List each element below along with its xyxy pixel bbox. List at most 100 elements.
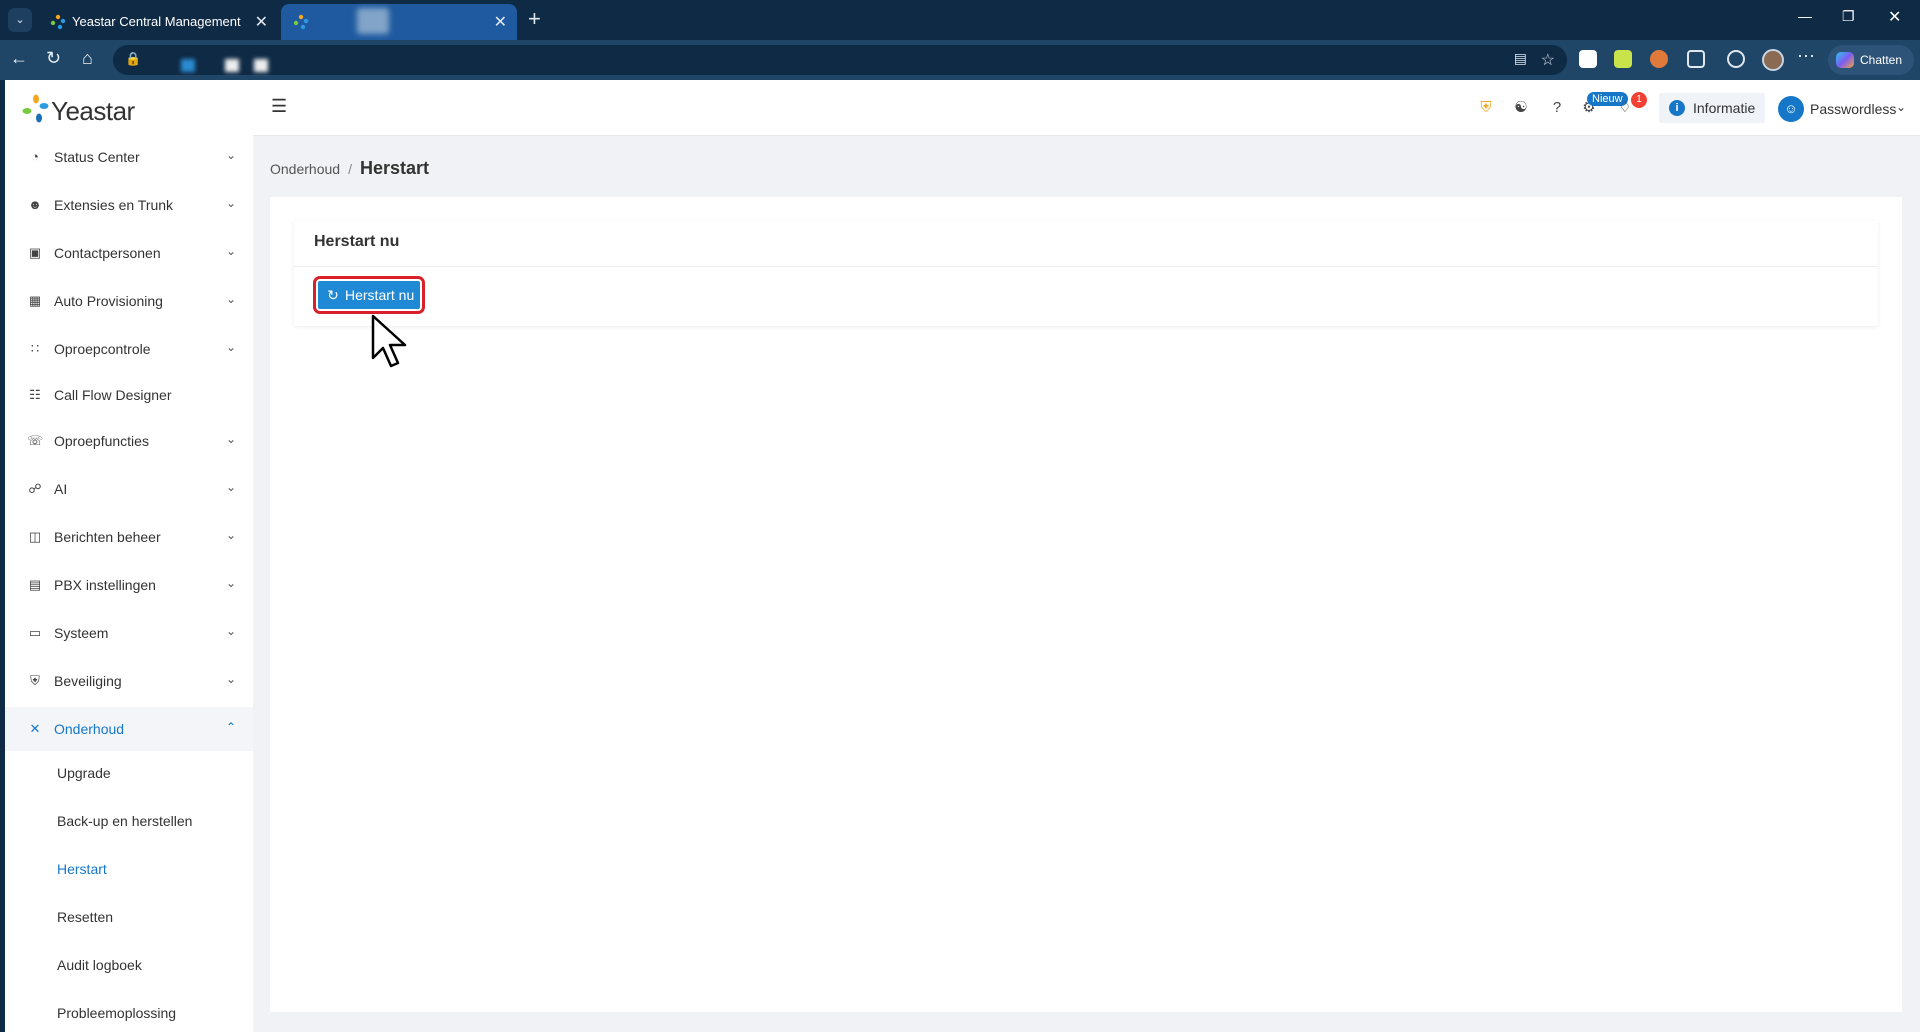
chevron-down-icon: ⌄ <box>226 196 237 210</box>
card-title: Herstart nu <box>314 233 400 250</box>
restart-button-label: Herstart nu <box>345 287 415 303</box>
extension-icon[interactable] <box>1650 50 1668 68</box>
information-label: Informatie <box>1693 100 1756 116</box>
security-badge-icon[interactable]: ⛨ <box>1477 99 1495 117</box>
sidebar-item-label: Systeem <box>54 625 109 641</box>
breadcrumb-separator: / <box>348 161 352 177</box>
user-avatar[interactable]: ☺ <box>1778 96 1804 122</box>
sidebar-item-label: Auto Provisioning <box>54 293 163 309</box>
more-options-icon[interactable]: ⋯ <box>1797 46 1815 67</box>
sidebar-item-oproepfuncties[interactable]: ☏ Oproepfuncties ⌄ <box>5 419 253 463</box>
restore-icon[interactable]: ❐ <box>1842 8 1855 25</box>
divider <box>294 266 1878 267</box>
sidebar-subitem-upgrade[interactable]: Upgrade <box>5 751 253 795</box>
copilot-chat-button[interactable]: Chatten <box>1828 45 1914 75</box>
sidebar-item-label: Oproepcontrole <box>54 341 151 357</box>
sidebar-item-onderhoud[interactable]: ✕ Onderhoud ⌃ <box>5 707 253 751</box>
breadcrumb-parent[interactable]: Onderhoud <box>270 161 340 177</box>
new-tab-icon[interactable]: + <box>528 8 541 30</box>
chevron-down-icon: ⌄ <box>226 576 237 590</box>
browser-tab[interactable]: Yeastar Central Management ✕ <box>38 4 278 40</box>
flow-icon: ☷ <box>29 387 41 402</box>
handshake-icon[interactable]: ☯ <box>1512 99 1530 117</box>
chevron-down-icon[interactable]: ⌄ <box>1896 100 1906 114</box>
sidebar-item-label: Contactpersonen <box>54 245 161 261</box>
mouse-cursor-icon <box>371 314 407 368</box>
restart-icon: ↻ <box>327 287 339 303</box>
close-tab-icon[interactable]: ✕ <box>494 12 507 32</box>
home-icon[interactable]: ⌂ <box>82 48 93 69</box>
profile-avatar[interactable] <box>1762 49 1784 71</box>
sidebar-subitem-label: Resetten <box>57 909 114 925</box>
main-content: Herstart nu ↻ Herstart nu <box>270 197 1902 1012</box>
sidebar: Yeastar ◔ Status Center ⌄ ☻ Extensies en… <box>5 80 253 1032</box>
reload-icon[interactable]: ↻ <box>46 48 61 69</box>
gauge-icon: ◔ <box>31 149 39 164</box>
redacted-url <box>254 59 268 72</box>
close-tab-icon[interactable]: ✕ <box>255 12 268 32</box>
sidebar-subitem-probleemoplossing[interactable]: Probleemoplossing <box>5 991 253 1032</box>
sidebar-item-label: Beveiliging <box>54 673 122 689</box>
chevron-down-icon: ⌄ <box>226 432 237 446</box>
chat-label: Chatten <box>1860 53 1903 67</box>
tools-icon: ✕ <box>29 721 41 736</box>
sidebar-subitem-audit-logboek[interactable]: Audit logboek <box>5 943 253 987</box>
sidebar-item-berichten-beheer[interactable]: ◫ Berichten beheer ⌄ <box>5 515 253 559</box>
sidebar-item-label: Call Flow Designer <box>54 387 172 403</box>
sidebar-subitem-label: Audit logboek <box>57 957 142 973</box>
page-title: Herstart <box>359 158 429 178</box>
users-icon: ☻ <box>28 197 42 212</box>
minimize-icon[interactable]: — <box>1798 8 1812 24</box>
sidebar-subitem-backup[interactable]: Back-up en herstellen <box>5 799 253 843</box>
help-icon[interactable]: ? <box>1548 99 1566 117</box>
sidebar-item-label: Berichten beheer <box>54 529 161 545</box>
logo-text: Yeastar <box>51 96 135 126</box>
sidebar-item-contactpersonen[interactable]: ▣ Contactpersonen ⌄ <box>5 231 253 275</box>
sidebar-subitem-resetten[interactable]: Resetten <box>5 895 253 939</box>
sidebar-subitem-label: Upgrade <box>57 765 111 781</box>
browser-tab-active[interactable]: ✕ <box>281 4 517 40</box>
sidebar-item-oproepcontrole[interactable]: ∷ Oproepcontrole ⌄ <box>5 327 253 371</box>
sidebar-item-beveiliging[interactable]: ⛨ Beveiliging ⌄ <box>5 659 253 703</box>
tab-title: Yeastar Central Management <box>72 14 241 29</box>
redacted-url <box>181 59 195 72</box>
chevron-down-icon: ⌄ <box>226 480 237 494</box>
sidebar-subitem-herstart[interactable]: Herstart <box>5 847 253 891</box>
user-name[interactable]: Passwordless <box>1810 101 1896 117</box>
back-icon[interactable]: ← <box>10 48 28 69</box>
sidebar-item-pbx-instellingen[interactable]: ▤ PBX instellingen ⌄ <box>5 563 253 607</box>
lock-icon: 🔒 <box>125 51 142 66</box>
yeastar-favicon-icon <box>50 14 66 30</box>
window-close-icon[interactable]: ✕ <box>1888 7 1901 27</box>
contacts-icon: ▣ <box>28 245 42 260</box>
sidebar-item-systeem[interactable]: ▭ Systeem ⌄ <box>5 611 253 655</box>
collapse-menu-icon[interactable]: ☰ <box>271 96 287 117</box>
media-icon[interactable] <box>1727 50 1745 68</box>
chevron-down-icon: ⌄ <box>226 148 237 162</box>
sidebar-item-label: AI <box>54 481 68 497</box>
sidebar-subitem-label: Back-up en herstellen <box>57 813 193 829</box>
address-bar[interactable]: 🔒 ▤ ☆ <box>113 45 1567 75</box>
favorite-star-icon[interactable]: ☆ <box>1541 50 1555 70</box>
sidebar-item-auto-provisioning[interactable]: ▦ Auto Provisioning ⌄ <box>5 279 253 323</box>
extension-icon[interactable] <box>1579 50 1597 68</box>
yeastar-favicon-icon <box>293 14 309 30</box>
chevron-down-icon: ⌄ <box>226 292 237 306</box>
notification-count-badge: 1 <box>1631 92 1647 108</box>
sidebar-item-extensies-en-trunk[interactable]: ☻ Extensies en Trunk ⌄ <box>5 183 253 227</box>
app-window: Yeastar ◔ Status Center ⌄ ☻ Extensies en… <box>5 80 1920 1032</box>
chevron-up-icon: ⌃ <box>226 720 237 734</box>
extensions-puzzle-icon[interactable] <box>1687 50 1705 68</box>
sidebar-item-ai[interactable]: ☍ AI ⌄ <box>5 467 253 511</box>
sidebar-item-call-flow-designer[interactable]: ☷ Call Flow Designer <box>5 373 253 417</box>
information-button[interactable]: i Informatie <box>1659 93 1765 123</box>
yeastar-logo-icon <box>22 94 49 123</box>
restart-now-button[interactable]: ↻ Herstart nu <box>313 276 425 314</box>
provisioning-icon: ▦ <box>28 293 42 308</box>
sidebar-item-label: Oproepfuncties <box>54 433 149 449</box>
sidebar-item-status-center[interactable]: ◔ Status Center ⌄ <box>5 135 253 179</box>
extension-icon[interactable] <box>1614 50 1632 68</box>
tab-actions-icon[interactable]: ⌄ <box>8 8 32 32</box>
sidebar-subitem-label: Herstart <box>57 861 107 877</box>
reader-mode-icon[interactable]: ▤ <box>1514 50 1527 67</box>
